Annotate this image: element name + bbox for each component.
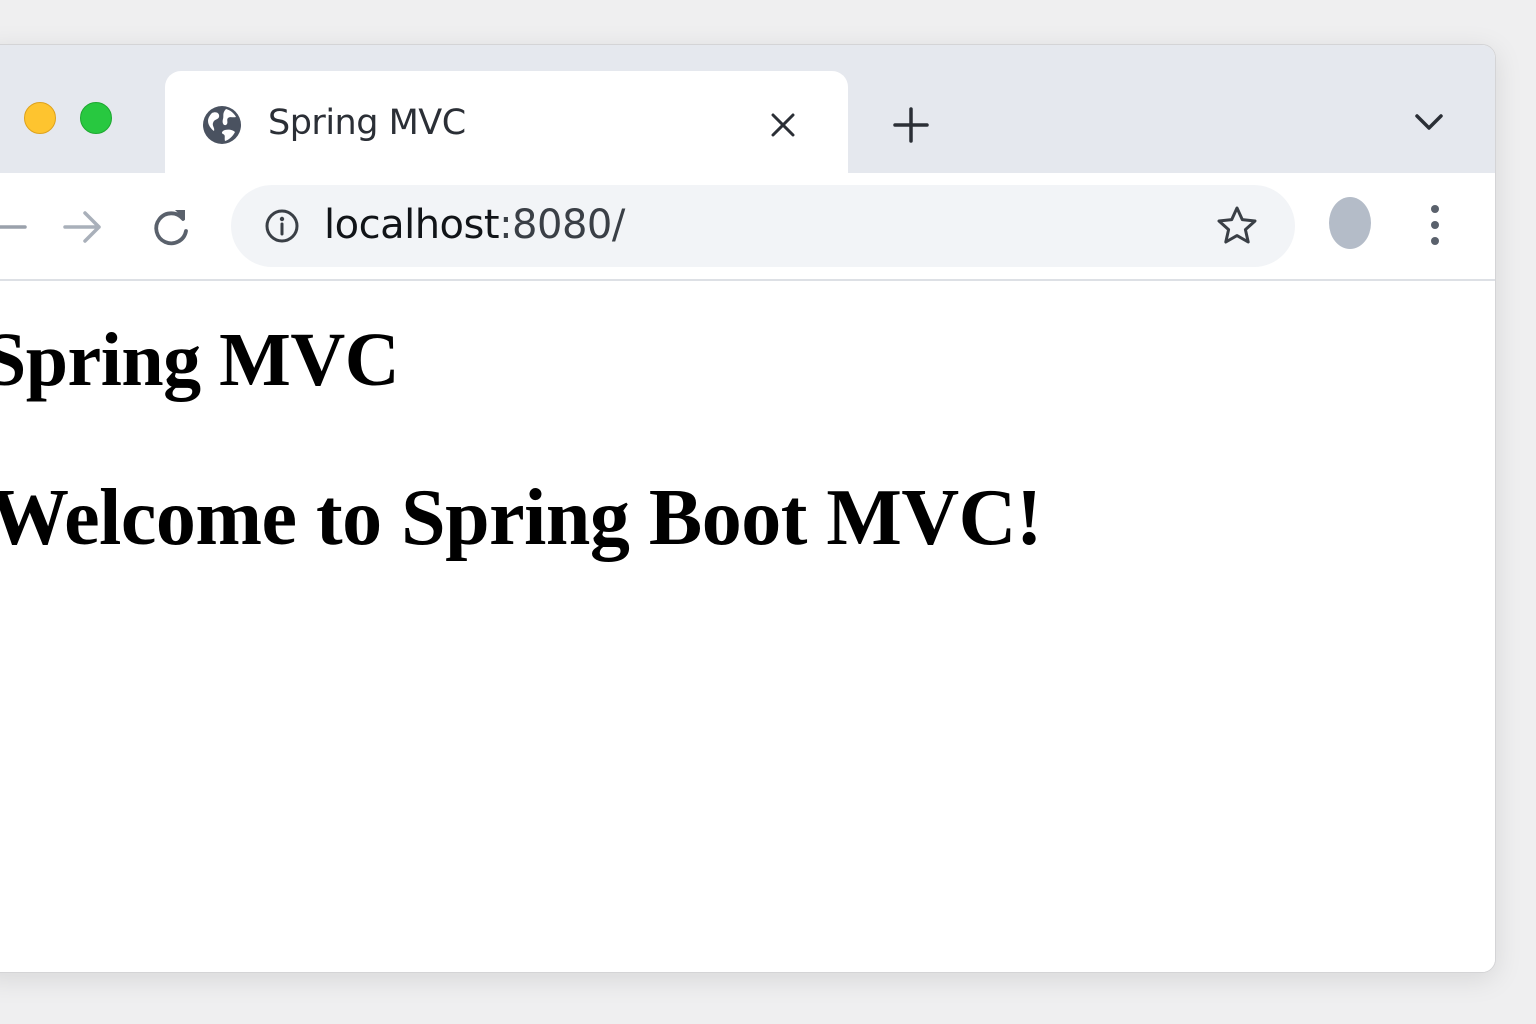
arrow-right-icon[interactable] bbox=[59, 203, 107, 251]
star-icon[interactable] bbox=[1215, 204, 1259, 248]
chevron-down-icon[interactable] bbox=[1409, 107, 1449, 137]
url-host: localhost bbox=[324, 202, 500, 248]
tab-active[interactable]: Spring MVC bbox=[165, 71, 848, 181]
arrow-left-icon[interactable] bbox=[0, 203, 29, 251]
reload-icon[interactable] bbox=[147, 203, 195, 251]
welcome-heading: Welcome to Spring Boot MVC! bbox=[0, 474, 1043, 562]
kebab-menu-icon[interactable] bbox=[1417, 199, 1453, 251]
url-path: :8080/ bbox=[499, 202, 625, 248]
maximize-window-button[interactable] bbox=[80, 102, 112, 134]
plus-icon[interactable] bbox=[887, 101, 935, 149]
page-heading: Spring MVC bbox=[0, 318, 400, 402]
browser-toolbar: localhost:8080/ bbox=[0, 173, 1495, 281]
profile-avatar[interactable] bbox=[1329, 197, 1371, 249]
page-content: Spring MVC Welcome to Spring Boot MVC! bbox=[0, 281, 1495, 972]
close-icon[interactable] bbox=[765, 107, 801, 143]
address-bar[interactable]: localhost:8080/ bbox=[231, 185, 1295, 267]
browser-window: Spring MVC localhost:8080/ Spring MVC We… bbox=[0, 44, 1496, 973]
globe-icon bbox=[201, 104, 243, 146]
minimize-window-button[interactable] bbox=[24, 102, 56, 134]
tab-strip: Spring MVC bbox=[0, 45, 1495, 181]
tab-title: Spring MVC bbox=[268, 103, 466, 143]
info-icon[interactable] bbox=[263, 207, 301, 245]
url-text[interactable]: localhost:8080/ bbox=[324, 202, 625, 248]
